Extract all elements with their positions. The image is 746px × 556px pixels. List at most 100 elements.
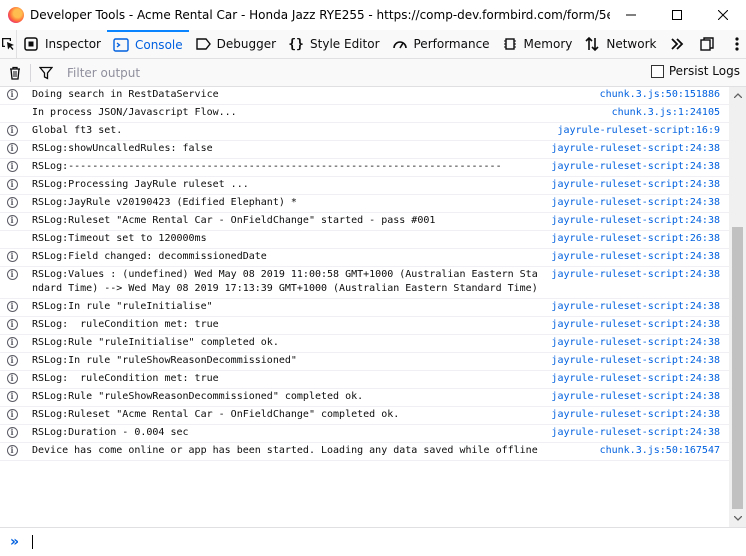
message-source-link[interactable]: jayrule-ruleset-script:24:38 — [551, 160, 729, 174]
persist-logs-checkbox[interactable] — [650, 64, 664, 78]
tab-label: Inspector — [45, 37, 101, 51]
message-source-link[interactable]: jayrule-ruleset-script:24:38 — [551, 390, 729, 404]
console-message: i RSLog:---------------------------------… — [0, 159, 729, 177]
message-icon-cell: i — [0, 408, 24, 422]
message-source-link[interactable]: jayrule-ruleset-script:24:38 — [551, 178, 729, 192]
console-message: In process JSON/Javascript Flow... chunk.… — [0, 105, 729, 123]
info-icon: i — [6, 355, 18, 366]
message-source-link[interactable]: jayrule-ruleset-script:24:38 — [551, 196, 729, 210]
element-picker-button[interactable] — [0, 30, 17, 58]
tab-memory[interactable]: Memory — [496, 30, 579, 58]
console-message: RSLog:Timeout set to 120000ms jayrule-rul… — [0, 231, 729, 249]
more-tools-button[interactable] — [662, 30, 692, 59]
console-message: i RSLog:Values : (undefined) Wed May 08 2… — [0, 267, 729, 299]
console-message: i Global ft3 set. jayrule-ruleset-script:1… — [0, 123, 729, 141]
message-source-link[interactable]: jayrule-ruleset-script:24:38 — [551, 408, 729, 422]
close-button[interactable] — [700, 0, 746, 30]
message-icon-cell: i — [0, 178, 24, 192]
message-source-link[interactable]: chunk.3.js:1:24105 — [612, 106, 729, 120]
tab-label: Network — [606, 37, 657, 51]
message-source-link[interactable]: jayrule-ruleset-script:24:38 — [551, 318, 729, 332]
text-caret[interactable] — [32, 535, 33, 549]
tab-console[interactable]: Console — [106, 30, 189, 58]
message-text: RSLog:Duration - 0.004 sec — [32, 427, 189, 438]
message-source-link[interactable]: jayrule-ruleset-script:24:38 — [551, 426, 729, 440]
message-text: RSLog: ruleCondition met: true — [32, 319, 219, 330]
filter-toggle-button[interactable] — [31, 59, 61, 87]
message-icon-cell: i — [0, 250, 24, 264]
dock-options-button[interactable] — [692, 30, 722, 59]
info-icon: i — [6, 445, 18, 456]
message-source-link[interactable]: jayrule-ruleset-script:24:38 — [551, 250, 729, 264]
filter-icon — [39, 66, 53, 80]
message-source-link[interactable]: jayrule-ruleset-script:24:38 — [551, 354, 729, 368]
minimize-icon — [626, 14, 636, 16]
more-dots-icon — [735, 37, 740, 51]
message-source-link[interactable]: jayrule-ruleset-script:24:38 — [551, 336, 729, 350]
minimize-button[interactable] — [608, 0, 654, 30]
info-icon: i — [6, 337, 18, 348]
message-icon-cell: i — [0, 214, 24, 228]
info-icon: i — [6, 409, 18, 420]
persist-logs-toggle[interactable]: Persist Logs — [650, 64, 740, 78]
message-source-link[interactable]: jayrule-ruleset-script:24:38 — [551, 142, 729, 156]
filter-output-input[interactable] — [67, 65, 567, 80]
message-text: RSLog:Ruleset "Acme Rental Car - OnField… — [32, 409, 400, 420]
double-chevron-right-icon — [671, 38, 684, 50]
console-input-row[interactable]: » — [0, 527, 746, 556]
info-icon: i — [6, 215, 18, 226]
window-controls — [608, 0, 746, 30]
tab-debugger[interactable]: Debugger — [189, 30, 282, 58]
tab-label: Console — [134, 38, 183, 52]
output-scrollbar[interactable] — [729, 87, 746, 527]
message-icon-cell — [0, 106, 24, 120]
console-message: i RSLog:In rule "ruleShowReasonDecommissi… — [0, 353, 729, 371]
info-icon: i — [6, 373, 18, 384]
message-text: RSLog:Ruleset "Acme Rental Car - OnField… — [32, 215, 436, 226]
console-output[interactable]: i Doing search in RestDataService chunk.3.… — [0, 87, 729, 527]
message-text: RSLog:Values : (undefined) Wed May 08 20… — [32, 269, 538, 294]
message-source-link[interactable]: chunk.3.js:50:151886 — [600, 88, 729, 102]
chevron-up-icon — [733, 93, 742, 98]
firefox-logo-icon — [8, 6, 24, 23]
scroll-up-button[interactable] — [729, 87, 746, 104]
tab-inspector[interactable]: Inspector — [17, 30, 107, 58]
message-source-link[interactable]: jayrule-ruleset-script:24:38 — [551, 300, 729, 314]
message-icon-cell: i — [0, 142, 24, 156]
console-filter-bar: Persist Logs — [0, 59, 746, 87]
message-source-link[interactable]: jayrule-ruleset-script:24:38 — [551, 372, 729, 386]
chevron-down-icon — [733, 516, 742, 521]
message-text: RSLog:Field changed: decommissionedDate — [32, 251, 267, 262]
maximize-button[interactable] — [654, 0, 700, 30]
tab-performance[interactable]: Performance — [386, 30, 496, 58]
debugger-icon — [195, 36, 211, 52]
console-message: i RSLog:showUncalledRules: false jayrule-r… — [0, 141, 729, 159]
message-source-link[interactable]: jayrule-ruleset-script:16:9 — [557, 124, 729, 138]
info-icon: i — [6, 89, 18, 100]
tab-style-editor[interactable]: {} Style Editor — [282, 30, 385, 58]
element-picker-icon — [2, 38, 14, 50]
info-icon: i — [6, 251, 18, 262]
console-message: i Device has come online or app has been … — [0, 443, 729, 461]
devtools-menu-button[interactable] — [722, 30, 746, 59]
scroll-down-button[interactable] — [729, 510, 746, 527]
message-text: RSLog:In rule "ruleInitialise" — [32, 301, 213, 312]
message-source-link[interactable]: chunk.3.js:50:167547 — [600, 444, 729, 458]
window-titlebar[interactable]: Developer Tools - Acme Rental Car - Hond… — [0, 0, 746, 30]
message-source-link[interactable]: jayrule-ruleset-script:26:38 — [551, 232, 729, 246]
console-message: i RSLog:Rule "ruleInitialise" completed o… — [0, 335, 729, 353]
scrollbar-thumb[interactable] — [732, 227, 743, 509]
message-text: RSLog:Rule "ruleShowReasonDecommissioned… — [32, 391, 364, 402]
info-icon: i — [6, 301, 18, 312]
message-source-link[interactable]: jayrule-ruleset-script:24:38 — [551, 268, 729, 296]
tab-label: Style Editor — [310, 37, 380, 51]
tab-network[interactable]: Network — [578, 30, 662, 58]
console-icon — [113, 37, 129, 53]
network-icon — [584, 36, 600, 52]
clear-console-button[interactable] — [0, 59, 30, 87]
prompt-chevron-icon: » — [10, 534, 20, 550]
info-icon: i — [6, 125, 18, 136]
console-message: i RSLog:Ruleset "Acme Rental Car - OnFiel… — [0, 213, 729, 231]
maximize-icon — [672, 10, 682, 20]
message-source-link[interactable]: jayrule-ruleset-script:24:38 — [551, 214, 729, 228]
